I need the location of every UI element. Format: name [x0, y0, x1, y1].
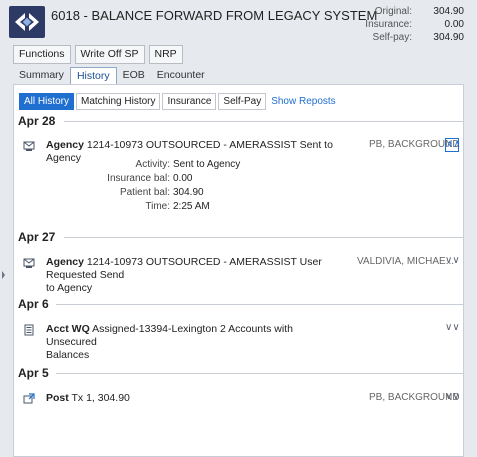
entry-description: Tx 1, 304.90 — [71, 392, 130, 404]
detail-label: Activity: — [135, 159, 170, 170]
divider — [56, 304, 463, 305]
write-off-sp-button[interactable]: Write Off SP — [74, 45, 145, 64]
account-history-window: 6018 - BALANCE FORWARD FROM LEGACY SYSTE… — [0, 0, 477, 457]
detail-label: Time: — [145, 201, 170, 212]
functions-button[interactable]: Functions — [13, 45, 71, 64]
post-icon — [23, 393, 35, 405]
date-header: Apr 28 — [18, 114, 463, 128]
nrp-button[interactable]: NRP — [148, 45, 183, 64]
tab-history[interactable]: History — [69, 67, 117, 85]
detail-label: Insurance bal: — [107, 173, 170, 184]
entry-details: Activity: Sent to Agency Insurance bal: … — [23, 158, 323, 214]
account-logo-icon — [9, 6, 45, 38]
filter-insurance[interactable]: Insurance — [162, 93, 217, 110]
date-label: Apr 6 — [18, 297, 49, 311]
entry-text: Agency 1214-10973 OUTSOURCED - AMERASSIS… — [46, 256, 361, 295]
filter-all-history[interactable]: All History — [19, 93, 75, 110]
tab-encounter[interactable]: Encounter — [151, 67, 211, 85]
tab-summary[interactable]: Summary — [13, 67, 70, 85]
total-original: Original: 304.90 — [334, 5, 464, 18]
expand-icon[interactable]: ∨∨ — [445, 322, 460, 336]
divider — [64, 237, 463, 238]
filter-matching-history[interactable]: Matching History — [76, 93, 161, 110]
collapse-icon[interactable]: ∧∧ — [445, 138, 461, 152]
detail-value: 0.00 — [173, 173, 193, 184]
detail-value: 304.90 — [173, 187, 204, 198]
total-label: Self-pay: — [372, 32, 412, 43]
right-scrollbar[interactable] — [465, 84, 477, 457]
total-value: 304.90 — [433, 32, 464, 43]
date-header: Apr 6 — [18, 297, 463, 311]
detail-value: Sent to Agency — [173, 159, 241, 170]
date-label: Apr 28 — [18, 114, 56, 128]
action-toolbar: Functions Write Off SP NRP — [13, 45, 183, 64]
show-reposts-link[interactable]: Show Reposts — [268, 93, 335, 110]
expand-icon[interactable]: ∨∨ — [445, 255, 460, 269]
entry-type: Agency — [46, 139, 84, 151]
agency-icon — [23, 257, 35, 269]
detail-row: Insurance bal: 0.00 — [23, 172, 323, 186]
entry-description-cont: to Agency — [46, 282, 93, 294]
detail-value: 2:25 AM — [173, 201, 210, 212]
total-value: 0.00 — [444, 19, 464, 30]
account-header: 6018 - BALANCE FORWARD FROM LEGACY SYSTE… — [0, 0, 477, 44]
total-insurance: Insurance: 0.00 — [334, 18, 464, 31]
detail-row: Time: 2:25 AM — [23, 200, 323, 214]
entry-description-cont: Balances — [46, 349, 90, 361]
entry-user: VALDIVIA, MICHAE... — [357, 256, 455, 267]
history-panel: All History Matching History Insurance S… — [13, 84, 464, 457]
detail-label: Patient bal: — [119, 187, 170, 198]
history-filters: All History Matching History Insurance S… — [19, 93, 336, 110]
entry-type: Acct WQ — [46, 323, 90, 335]
tab-eob[interactable]: EOB — [117, 67, 151, 85]
tab-bar: Summary History EOB Encounter — [13, 67, 211, 85]
date-label: Apr 5 — [18, 366, 49, 380]
entry-text: Acct WQ Assigned-13394-Lexington 2 Accou… — [46, 323, 346, 362]
entry-description: 1214-10973 OUTSOURCED - AMERASSIST User … — [46, 256, 322, 281]
workqueue-icon — [23, 324, 35, 336]
agency-icon — [23, 140, 35, 152]
divider — [64, 121, 463, 122]
total-label: Insurance: — [365, 19, 412, 30]
date-header: Apr 27 — [18, 230, 463, 244]
detail-row: Patient bal: 304.90 — [23, 186, 323, 200]
divider — [56, 373, 463, 374]
expand-icon[interactable]: ∨∨ — [445, 391, 460, 405]
detail-row: Activity: Sent to Agency — [23, 158, 323, 172]
balance-totals: Original: 304.90 Insurance: 0.00 Self-pa… — [334, 5, 464, 44]
filter-self-pay[interactable]: Self-Pay — [218, 93, 267, 110]
total-value: 304.90 — [433, 6, 464, 17]
entry-type: Agency — [46, 256, 84, 268]
date-header: Apr 5 — [18, 366, 463, 380]
total-label: Original: — [374, 6, 412, 17]
total-self-pay: Self-pay: 304.90 — [334, 31, 464, 44]
date-label: Apr 27 — [18, 230, 56, 244]
page-title: 6018 - BALANCE FORWARD FROM LEGACY SYSTE… — [51, 8, 378, 23]
splitter-handle[interactable] — [0, 255, 7, 295]
entry-type: Post — [46, 392, 69, 404]
entry-text: Post Tx 1, 304.90 — [46, 392, 346, 405]
